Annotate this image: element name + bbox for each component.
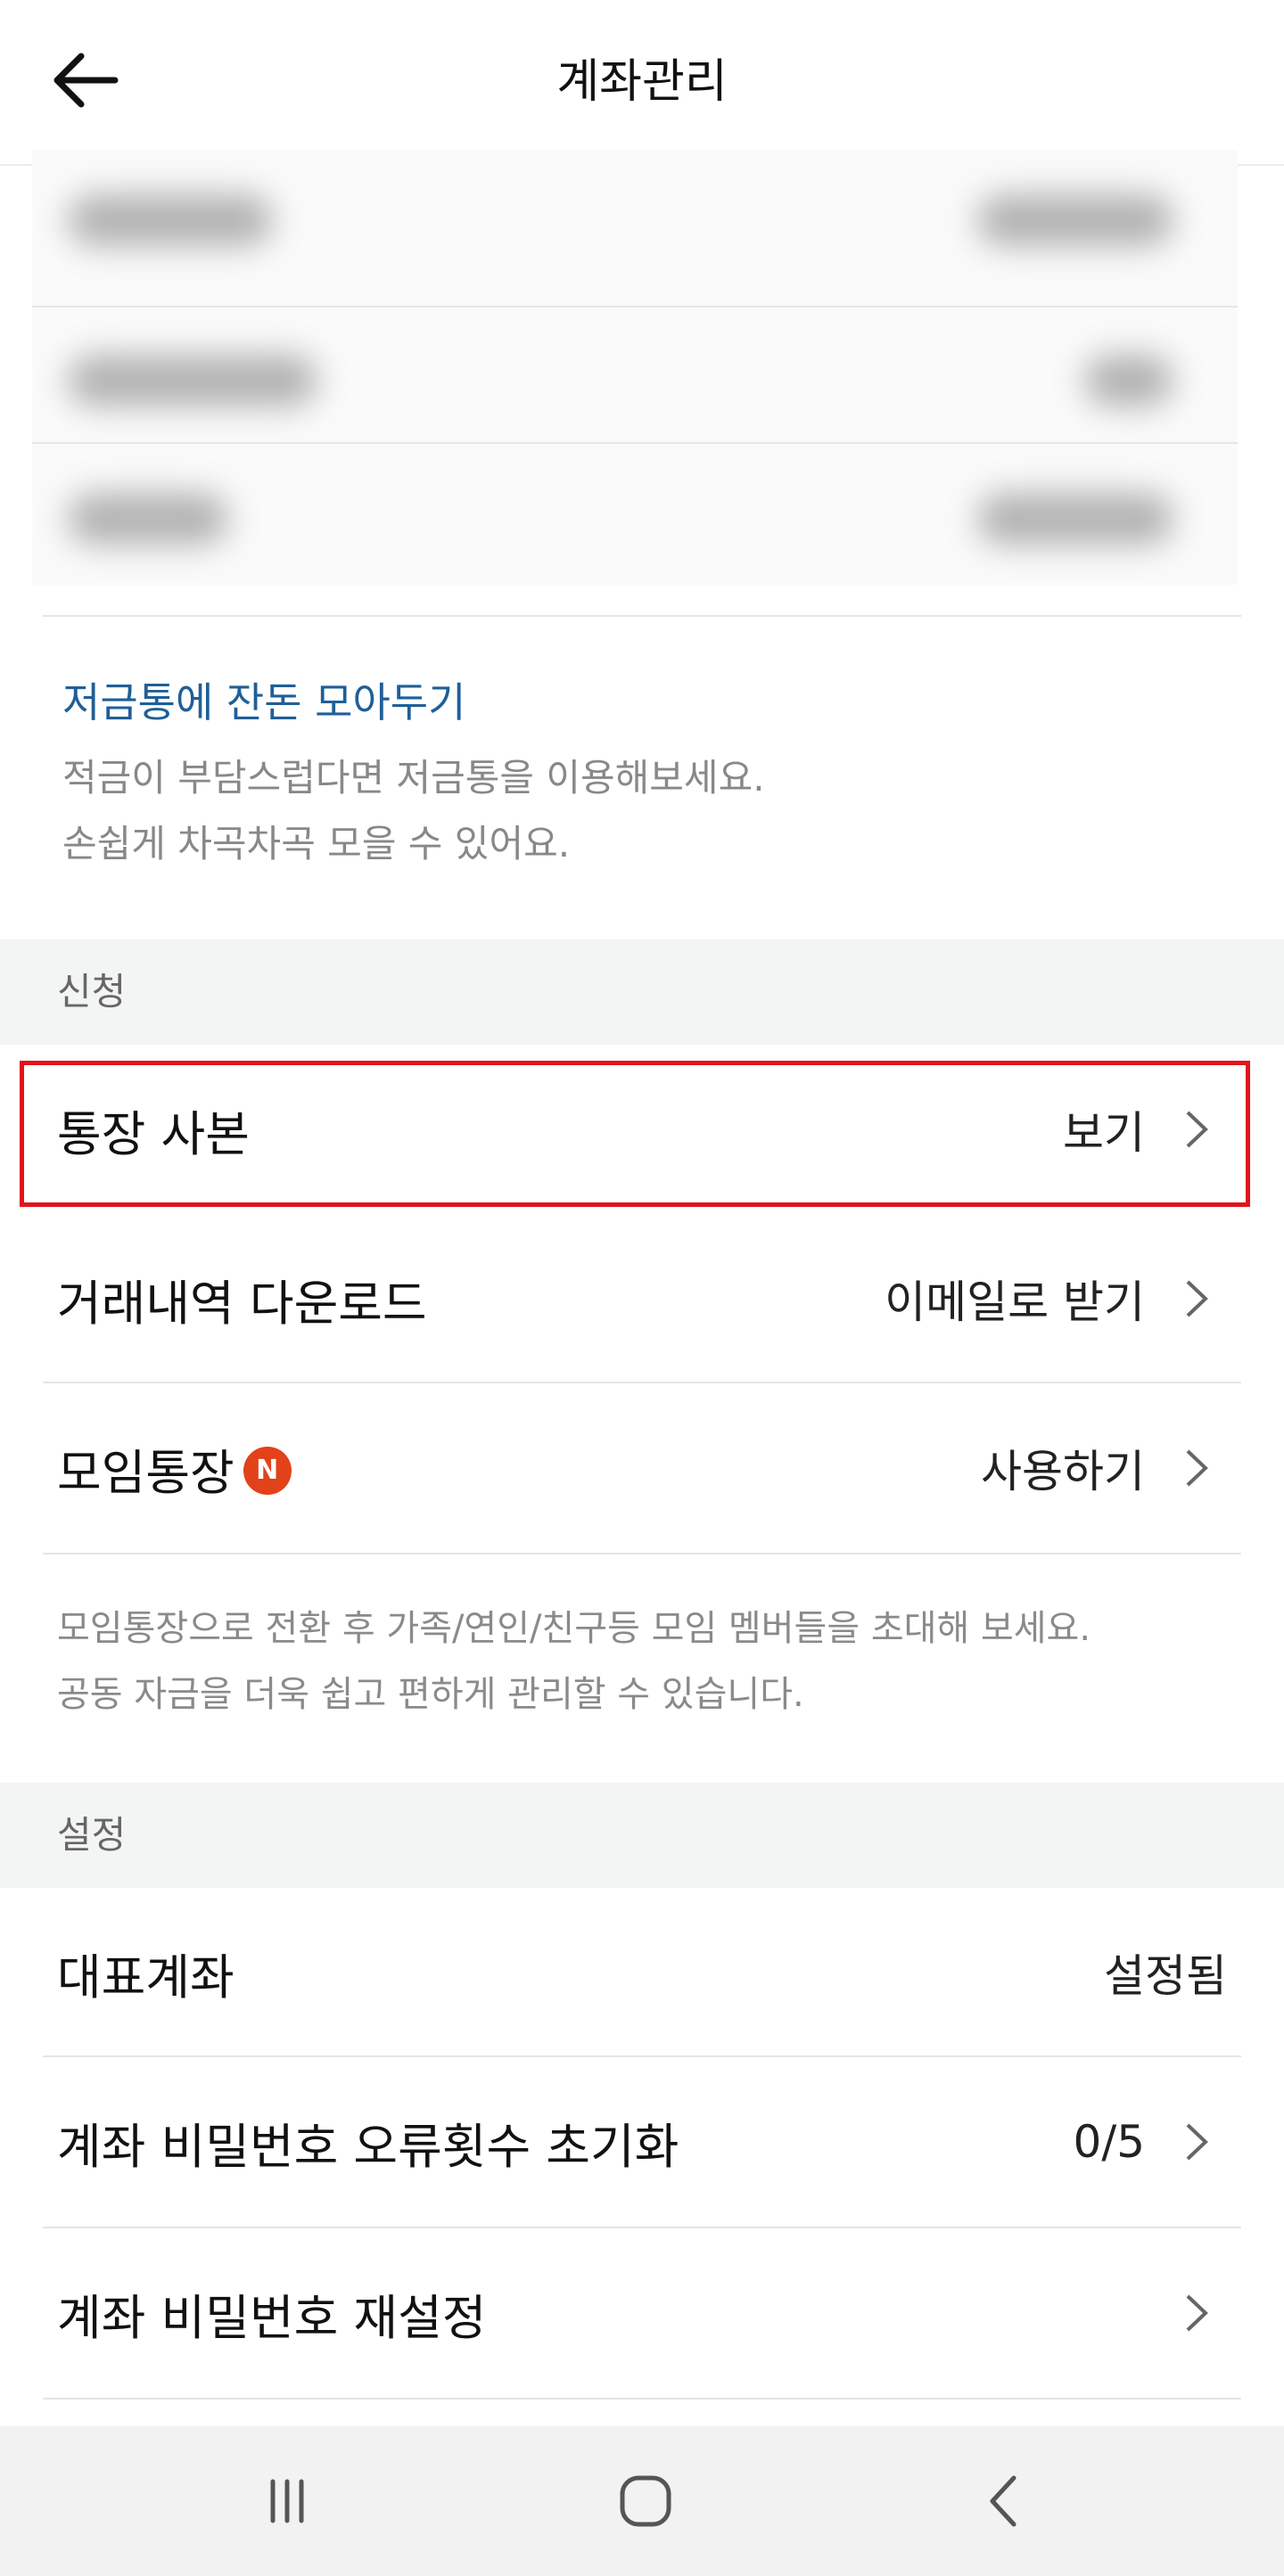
home-button[interactable] xyxy=(592,2457,699,2546)
row-label: 거래내역 다운로드 xyxy=(57,1275,427,1332)
blurred-row xyxy=(32,466,1238,573)
row-label: 모임통장 N xyxy=(57,1433,292,1504)
primary-account-row: 대표계좌 설정됨 xyxy=(0,1888,1284,2057)
row-value: 이메일로 받기 xyxy=(885,1276,1145,1328)
recent-apps-button[interactable] xyxy=(234,2457,341,2546)
chevron-right-icon xyxy=(1186,1449,1208,1487)
home-icon xyxy=(620,2475,671,2527)
nav-back-button[interactable] xyxy=(951,2457,1058,2546)
password-error-reset-row[interactable]: 계좌 비밀번호 오류횟수 초기화 0/5 xyxy=(0,2057,1284,2227)
blurred-account-summary xyxy=(32,150,1238,585)
row-value: 보기 xyxy=(1063,1107,1145,1159)
arrow-left-icon xyxy=(54,53,119,108)
section-label: 설정 xyxy=(57,1813,127,1857)
row-value: 설정됨 xyxy=(1104,1950,1227,2002)
blurred-row xyxy=(32,328,1238,435)
piggybank-promo-link[interactable]: 저금통에 잔돈 모아두기 xyxy=(62,670,465,729)
new-badge: N xyxy=(243,1446,292,1495)
row-label: 계좌 비밀번호 재설정 xyxy=(57,2289,487,2346)
page-title: 계좌관리 xyxy=(556,55,728,109)
row-label-text: 모임통장 xyxy=(57,1444,235,1501)
group-account-row[interactable]: 모임통장 N 사용하기 xyxy=(0,1383,1284,1553)
password-reset-row[interactable]: 계좌 비밀번호 재설정 xyxy=(0,2228,1284,2398)
divider xyxy=(43,2398,1241,2400)
section-header-settings: 설정 xyxy=(0,1783,1284,1888)
system-nav-bar xyxy=(0,2426,1284,2576)
divider xyxy=(43,615,1241,617)
promo-line-2: 손쉽게 차곡차곡 모을 수 있어요. xyxy=(62,822,571,866)
chevron-right-icon xyxy=(1186,2123,1208,2161)
recent-apps-icon xyxy=(270,2479,304,2523)
chevron-right-icon xyxy=(1186,2294,1208,2332)
chevron-right-icon xyxy=(1186,1111,1208,1148)
chevron-right-icon xyxy=(1186,1280,1208,1317)
row-label: 대표계좌 xyxy=(57,1948,235,2006)
row-label: 계좌 비밀번호 오류횟수 초기화 xyxy=(57,2118,679,2175)
row-value: 0/5 xyxy=(1073,2116,1145,2168)
row-label: 통장 사본 xyxy=(57,1105,250,1162)
back-button[interactable] xyxy=(36,36,134,125)
note-line-2: 공동 자금을 더욱 쉽고 편하게 관리할 수 있습니다. xyxy=(57,1674,804,1715)
back-chevron-icon xyxy=(990,2475,1017,2527)
divider xyxy=(43,1553,1241,1555)
piggybank-promo-description: 적금이 부담스럽다면 저금통을 이용해보세요. 손쉽게 차곡차곡 모을 수 있어… xyxy=(62,745,765,877)
promo-line-1: 적금이 부담스럽다면 저금통을 이용해보세요. xyxy=(62,756,765,800)
transaction-download-row[interactable]: 거래내역 다운로드 이메일로 받기 xyxy=(0,1214,1284,1383)
row-value: 사용하기 xyxy=(981,1446,1145,1497)
group-account-note: 모임통장으로 전환 후 가족/연인/친구등 모임 멤버들을 초대해 보세요. 공… xyxy=(57,1596,1091,1727)
section-label: 신청 xyxy=(57,970,127,1013)
section-header-apply: 신청 xyxy=(0,939,1284,1045)
blurred-row xyxy=(32,168,1238,275)
bankbook-copy-row[interactable]: 통장 사본 보기 xyxy=(0,1045,1284,1214)
note-line-1: 모임통장으로 전환 후 가족/연인/친구등 모임 멤버들을 초대해 보세요. xyxy=(57,1608,1091,1649)
